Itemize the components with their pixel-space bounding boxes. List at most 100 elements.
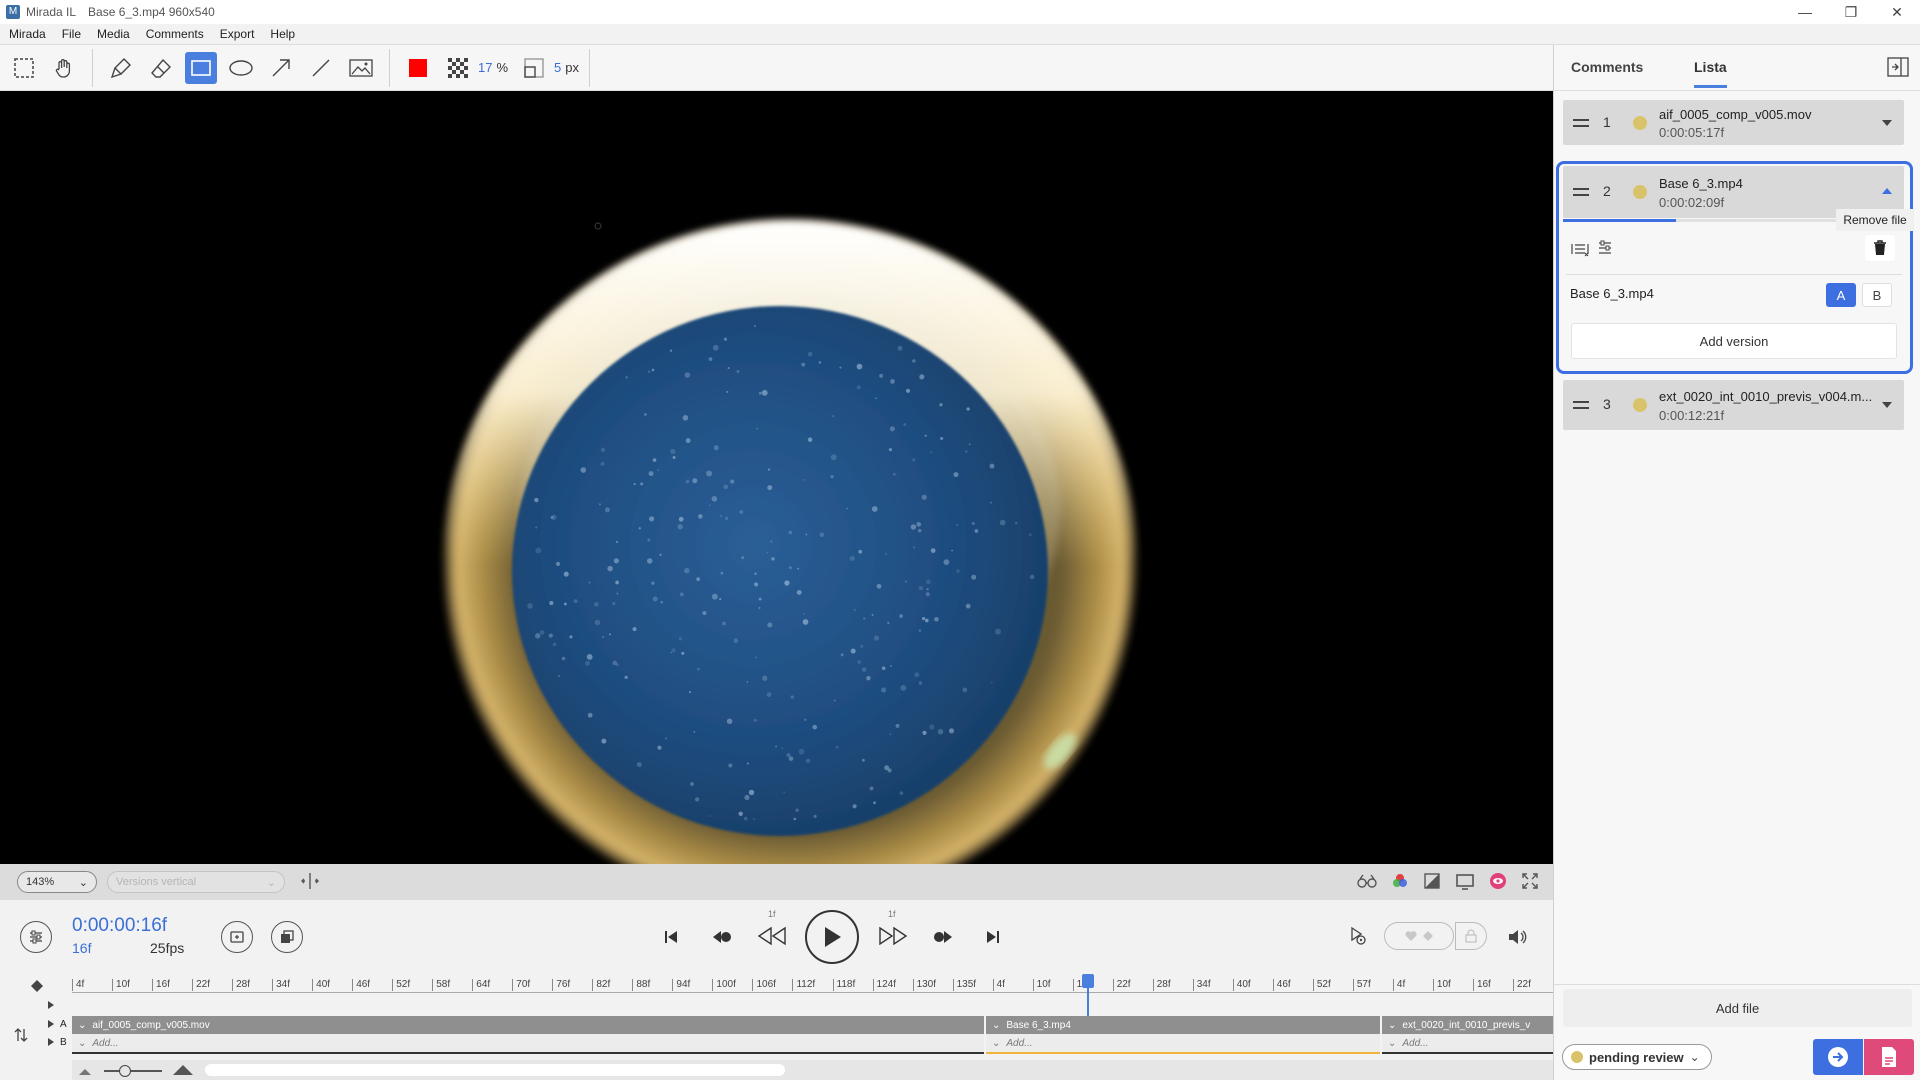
send-review-button[interactable] <box>1813 1039 1863 1075</box>
stroke-width-button[interactable] <box>518 52 550 84</box>
timeline-scrollbar[interactable] <box>205 1064 785 1076</box>
chevron-down-icon[interactable] <box>1882 120 1892 126</box>
frame-rate: 25fps <box>150 940 185 956</box>
status-dot <box>1633 116 1647 130</box>
timeline-settings-button[interactable] <box>20 921 52 953</box>
track-b-slot-2[interactable]: ⌄ Add... <box>986 1034 1380 1054</box>
playhead-handle[interactable] <box>1082 974 1094 988</box>
trim-icon[interactable] <box>1571 240 1589 258</box>
status-select[interactable]: pending review ⌄ <box>1562 1044 1712 1070</box>
menu-media[interactable]: Media <box>88 27 137 41</box>
toolbar-divider <box>92 48 93 87</box>
timeline-zoom-slider-thumb[interactable] <box>119 1065 131 1077</box>
tab-comments[interactable]: Comments <box>1571 59 1643 75</box>
chevron-down-icon[interactable] <box>1882 402 1892 408</box>
loop-button[interactable] <box>221 921 253 953</box>
play-button[interactable] <box>805 910 859 964</box>
zoom-out-icon[interactable] <box>78 1066 92 1076</box>
eraser-tool-button[interactable] <box>145 52 177 84</box>
menu-comments[interactable]: Comments <box>137 27 211 41</box>
version-b-button[interactable]: B <box>1862 283 1892 307</box>
export-pdf-button[interactable] <box>1864 1039 1914 1075</box>
go-to-end-button[interactable] <box>982 926 1004 948</box>
minimize-button[interactable]: — <box>1782 0 1828 24</box>
drag-handle-icon[interactable] <box>1573 119 1589 127</box>
clip-ext-0020[interactable]: ⌄ ext_0020_int_0010_previs_v <box>1382 1016 1553 1034</box>
lock-button[interactable] <box>1455 922 1487 950</box>
ellipse-tool-button[interactable] <box>225 52 257 84</box>
menu-file[interactable]: File <box>53 27 88 41</box>
list-item[interactable]: 1 aif_0005_comp_v005.mov 0:00:05:17f <box>1563 100 1904 145</box>
volume-button[interactable] <box>1506 926 1528 948</box>
drag-handle-icon[interactable] <box>1573 401 1589 409</box>
menu-help[interactable]: Help <box>261 27 302 41</box>
timeline-ruler[interactable]: 4f 10f 16f 22f 28f 34f 40f 46f 52f 58f 64f 70f 76f 82… <box>72 976 1553 993</box>
restore-button[interactable]: ❐ <box>1828 0 1874 24</box>
color-picker-button[interactable] <box>402 52 434 84</box>
expand-track-a-icon[interactable] <box>47 1020 55 1028</box>
trash-icon <box>1874 240 1886 255</box>
chevron-down-icon: ⌄ <box>78 876 88 889</box>
arrow-tool-button[interactable] <box>265 52 297 84</box>
swap-tracks-icon[interactable] <box>14 1027 28 1043</box>
zoom-in-icon[interactable] <box>172 1064 194 1076</box>
ruler-tick-label: 124f <box>872 979 896 991</box>
clip-base-6-3[interactable]: ⌄ Base 6_3.mp4 <box>986 1016 1380 1034</box>
clip-aif-0005[interactable]: ⌄ aif_0005_comp_v005.mov <box>72 1016 984 1034</box>
menu-export[interactable]: Export <box>211 27 262 41</box>
close-window-button[interactable]: ✕ <box>1874 0 1920 24</box>
next-marker-icon <box>934 931 952 943</box>
expand-track-b-icon[interactable] <box>47 1038 55 1046</box>
track-b-slot-3[interactable]: ⌄ Add... <box>1382 1034 1553 1054</box>
opacity-button[interactable] <box>442 52 474 84</box>
expand-track-icon[interactable] <box>47 1001 55 1009</box>
track-b-slot-1[interactable]: ⌄ Add... <box>72 1034 984 1054</box>
keyframe-diamond-icon[interactable] <box>31 980 43 992</box>
review-status-toggle[interactable] <box>1384 922 1454 950</box>
version-a-button[interactable]: A <box>1826 283 1856 307</box>
current-timecode[interactable]: 0:00:00:16f <box>72 915 167 937</box>
send-arrow-icon <box>1828 1047 1848 1067</box>
step-forward-button[interactable] <box>878 924 908 948</box>
video-viewer[interactable] <box>0 91 1553 864</box>
version-settings-icon[interactable] <box>1597 240 1613 256</box>
add-version-button[interactable]: Add version <box>1571 323 1897 359</box>
collapse-panel-icon[interactable] <box>1887 57 1909 77</box>
copy-frame-button[interactable] <box>271 921 303 953</box>
chevron-up-icon[interactable] <box>1882 188 1892 194</box>
display-icon[interactable] <box>1455 872 1475 890</box>
versions-layout-select[interactable]: Versions vertical ⌄ <box>107 871 285 893</box>
playback-speed-button[interactable] <box>1345 924 1369 948</box>
previous-clip-button[interactable] <box>710 926 734 948</box>
timeline-zoom-slider[interactable] <box>104 1070 162 1072</box>
pan-tool-button[interactable] <box>48 52 80 84</box>
previous-marker-icon <box>713 931 731 943</box>
go-to-start-button[interactable] <box>660 926 682 948</box>
zoom-select[interactable]: 143% ⌄ <box>17 871 97 893</box>
fullscreen-icon[interactable] <box>1521 872 1539 890</box>
menu-mirada[interactable]: Mirada <box>0 27 53 41</box>
brush-tool-button[interactable] <box>105 52 137 84</box>
sliders-icon <box>30 930 42 944</box>
opacity-value[interactable]: 17 <box>478 60 492 75</box>
add-file-button[interactable]: Add file <box>1563 989 1912 1027</box>
image-tool-button[interactable] <box>345 52 377 84</box>
color-channels-icon[interactable] <box>1391 872 1409 890</box>
annotations-visibility-icon[interactable] <box>1489 872 1507 890</box>
remove-file-button[interactable] <box>1865 235 1895 261</box>
tab-lista[interactable]: Lista <box>1694 59 1727 88</box>
step-back-button[interactable] <box>757 924 787 948</box>
rectangle-tool-button[interactable] <box>185 51 217 84</box>
select-tool-button[interactable] <box>8 52 40 84</box>
item-index: 3 <box>1603 396 1611 412</box>
drag-handle-icon[interactable] <box>1573 188 1589 196</box>
exposure-icon[interactable] <box>1423 872 1441 890</box>
panel-tabs: Comments Lista <box>1554 45 1920 91</box>
timeline[interactable]: 4f 10f 16f 22f 28f 34f 40f 46f 52f 58f 64f 70f 76f 82… <box>0 972 1553 1080</box>
compare-glasses-icon[interactable] <box>1357 872 1377 890</box>
split-view-button[interactable] <box>301 871 319 894</box>
next-clip-button[interactable] <box>931 926 955 948</box>
list-item[interactable]: 3 ext_0020_int_0010_previs_v004.m... 0:0… <box>1563 380 1904 430</box>
stroke-width-value[interactable]: 5 <box>554 60 561 75</box>
line-tool-button[interactable] <box>305 52 337 84</box>
